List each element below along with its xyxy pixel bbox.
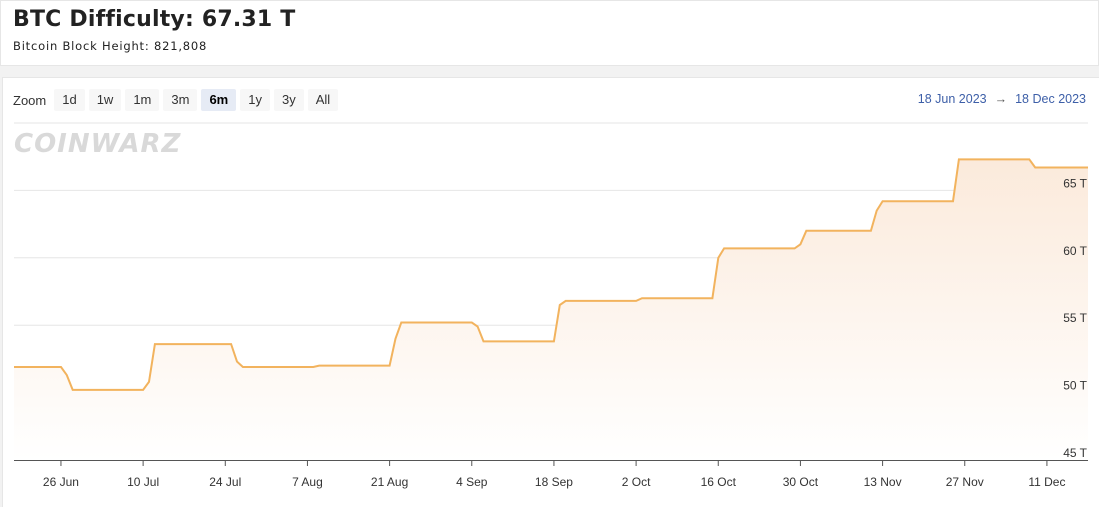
y-tick-label: 65 T [1063,176,1087,190]
x-tick-label: 18 Sep [535,475,573,489]
x-tick-label: 4 Sep [456,475,488,489]
coinwarz-watermark: COINWARZ [14,129,182,159]
x-tick-label: 24 Jul [209,475,241,489]
x-axis-ticks: 26 Jun 10 Jul 24 Jul 7 Aug 21 Aug 4 Sep 18 Sep… [43,460,1065,489]
x-tick-label: 11 Dec [1028,475,1065,489]
y-tick-label: 50 T [1063,379,1087,393]
difficulty-chart: COINWARZ 26 Jun 10 Jul 24 Jul 7 Aug 21 Aug 4 … [14,122,1088,489]
x-tick-label: 2 Oct [622,475,651,489]
x-tick-label: 27 Nov [946,475,984,489]
x-tick-label: 16 Oct [701,475,737,489]
difficulty-area [14,159,1088,460]
y-tick-label: 55 T [1063,311,1087,325]
x-tick-label: 30 Oct [783,475,819,489]
x-tick-label: 21 Aug [371,475,408,489]
y-tick-label: 45 T [1063,446,1087,460]
y-tick-label: 60 T [1063,244,1087,258]
x-tick-label: 26 Jun [43,475,79,489]
x-tick-label: 7 Aug [292,475,323,489]
x-tick-label: 13 Nov [864,475,902,489]
x-tick-label: 10 Jul [127,475,159,489]
